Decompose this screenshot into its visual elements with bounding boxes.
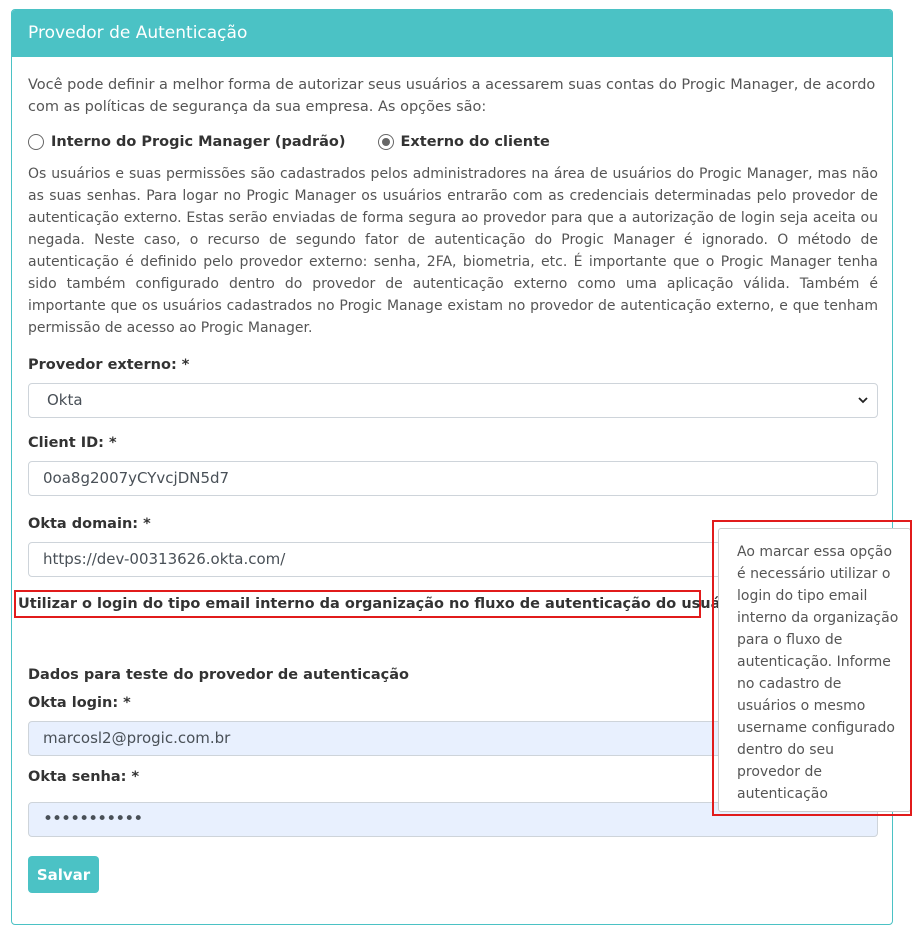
radio-internal[interactable]: Interno do Progic Manager (padrão): [28, 134, 346, 150]
provider-select[interactable]: Okta: [28, 383, 878, 418]
email-login-label: Utilizar o login do tipo email interno d…: [18, 596, 749, 612]
radio-external-circle[interactable]: [377, 134, 394, 150]
chevron-down-icon: [857, 384, 869, 430]
tooltip-highlight: [712, 520, 912, 816]
radio-internal-circle[interactable]: [28, 134, 44, 150]
intro-text: Você pode definir a melhor forma de auto…: [28, 77, 876, 115]
radio-external[interactable]: Externo do cliente: [377, 134, 550, 150]
test-section-title: Dados para teste do provedor de autentic…: [28, 667, 409, 683]
email-login-option: Utilizar o login do tipo email interno d…: [14, 590, 780, 618]
external-description: Os usuários e suas permissões são cadast…: [28, 166, 878, 336]
okta-domain-label: Okta domain: *: [28, 516, 151, 532]
okta-login-label: Okta login: *: [28, 695, 131, 711]
client-id-input[interactable]: 0oa8g2007yCYvcjDN5d7: [28, 461, 878, 496]
provider-label: Provedor externo: *: [28, 357, 190, 373]
card-header: Provedor de Autenticação: [12, 10, 892, 57]
radio-internal-label: Interno do Progic Manager (padrão): [51, 134, 346, 150]
radio-external-label: Externo do cliente: [400, 134, 550, 150]
provider-select-value: Okta: [47, 391, 83, 409]
okta-password-label: Okta senha: *: [28, 769, 140, 785]
auth-option-group: Interno do Progic Manager (padrão) Exter…: [28, 134, 582, 150]
client-id-label: Client ID: *: [28, 435, 117, 451]
save-button[interactable]: Salvar: [28, 856, 99, 893]
